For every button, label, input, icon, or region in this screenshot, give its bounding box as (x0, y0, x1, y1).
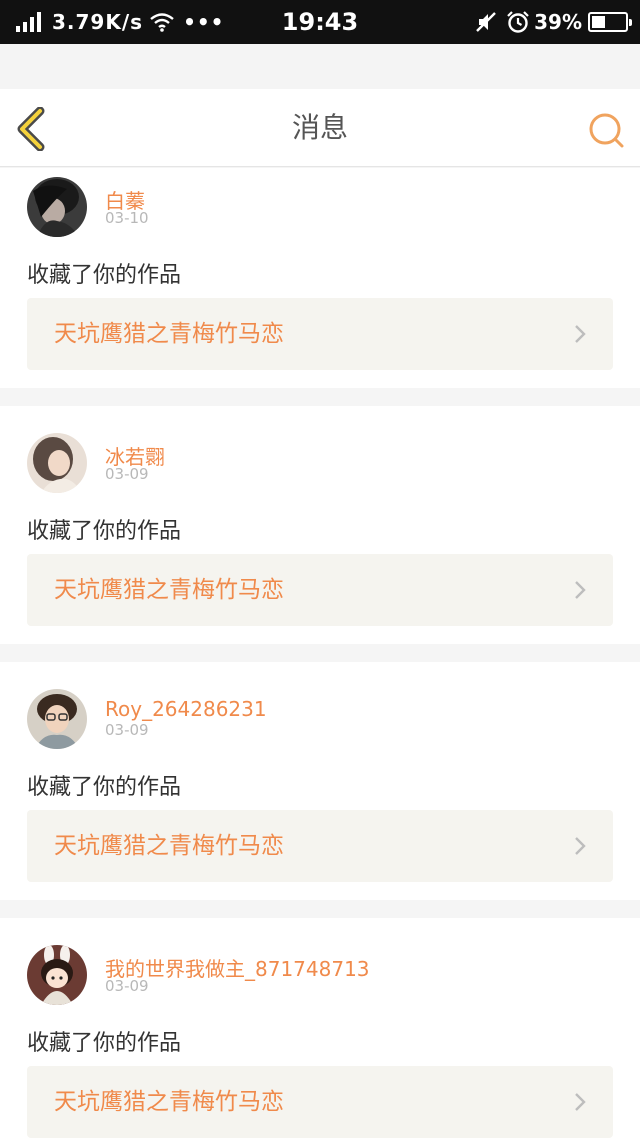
chevron-right-icon (575, 1093, 586, 1111)
divider (0, 388, 640, 406)
status-bar: 3.79K/s ••• 19:43 39% (0, 0, 640, 44)
top-spacer (0, 44, 640, 89)
work-link[interactable]: 天坑鹰猎之青梅竹马恋 (27, 1066, 613, 1138)
work-link[interactable]: 天坑鹰猎之青梅竹马恋 (27, 554, 613, 626)
username[interactable]: Roy_264286231 (105, 697, 267, 721)
chevron-right-icon (575, 837, 586, 855)
work-title: 天坑鹰猎之青梅竹马恋 (54, 1089, 284, 1115)
more-notifications: ••• (183, 10, 225, 34)
action-text: 收藏了你的作品 (27, 519, 182, 544)
action-text: 收藏了你的作品 (27, 263, 182, 288)
battery-level (592, 16, 605, 28)
signal-icon (16, 12, 44, 32)
work-link[interactable]: 天坑鹰猎之青梅竹马恋 (27, 810, 613, 882)
work-title: 天坑鹰猎之青梅竹马恋 (54, 321, 284, 347)
alarm-icon (507, 11, 529, 33)
work-link[interactable]: 天坑鹰猎之青梅竹马恋 (27, 298, 613, 370)
avatar[interactable] (27, 433, 87, 493)
network-speed: 3.79K/s (52, 10, 144, 34)
avatar[interactable] (27, 177, 87, 237)
list-item: 冰若翾 03-09 收藏了你的作品 天坑鹰猎之青梅竹马恋 (0, 406, 640, 644)
nav-bar: 消息 (0, 89, 640, 167)
search-icon[interactable] (586, 110, 626, 150)
chevron-right-icon (575, 325, 586, 343)
battery-icon (588, 12, 632, 32)
vibrate-off-icon (476, 12, 496, 32)
divider (0, 644, 640, 662)
message-date: 03-09 (105, 721, 149, 739)
list-item: Roy_264286231 03-09 收藏了你的作品 天坑鹰猎之青梅竹马恋 (0, 662, 640, 900)
chevron-right-icon (575, 581, 586, 599)
action-text: 收藏了你的作品 (27, 1031, 182, 1056)
work-title: 天坑鹰猎之青梅竹马恋 (54, 577, 284, 603)
list-item: 白蓁 03-10 收藏了你的作品 天坑鹰猎之青梅竹马恋 (0, 168, 640, 388)
list-item: 我的世界我做主_871748713 03-09 收藏了你的作品 天坑鹰猎之青梅竹… (0, 918, 640, 1138)
divider (0, 900, 640, 918)
message-date: 03-09 (105, 465, 149, 483)
action-text: 收藏了你的作品 (27, 775, 182, 800)
avatar[interactable] (27, 689, 87, 749)
avatar[interactable] (27, 945, 87, 1005)
message-date: 03-09 (105, 977, 149, 995)
battery-percent: 39% (534, 10, 582, 34)
page-title: 消息 (291, 111, 348, 144)
message-list: 白蓁 03-10 收藏了你的作品 天坑鹰猎之青梅竹马恋 冰若翾 03-09 收藏… (0, 168, 640, 1138)
message-date: 03-10 (105, 209, 149, 227)
wifi-icon (150, 13, 174, 32)
work-title: 天坑鹰猎之青梅竹马恋 (54, 833, 284, 859)
